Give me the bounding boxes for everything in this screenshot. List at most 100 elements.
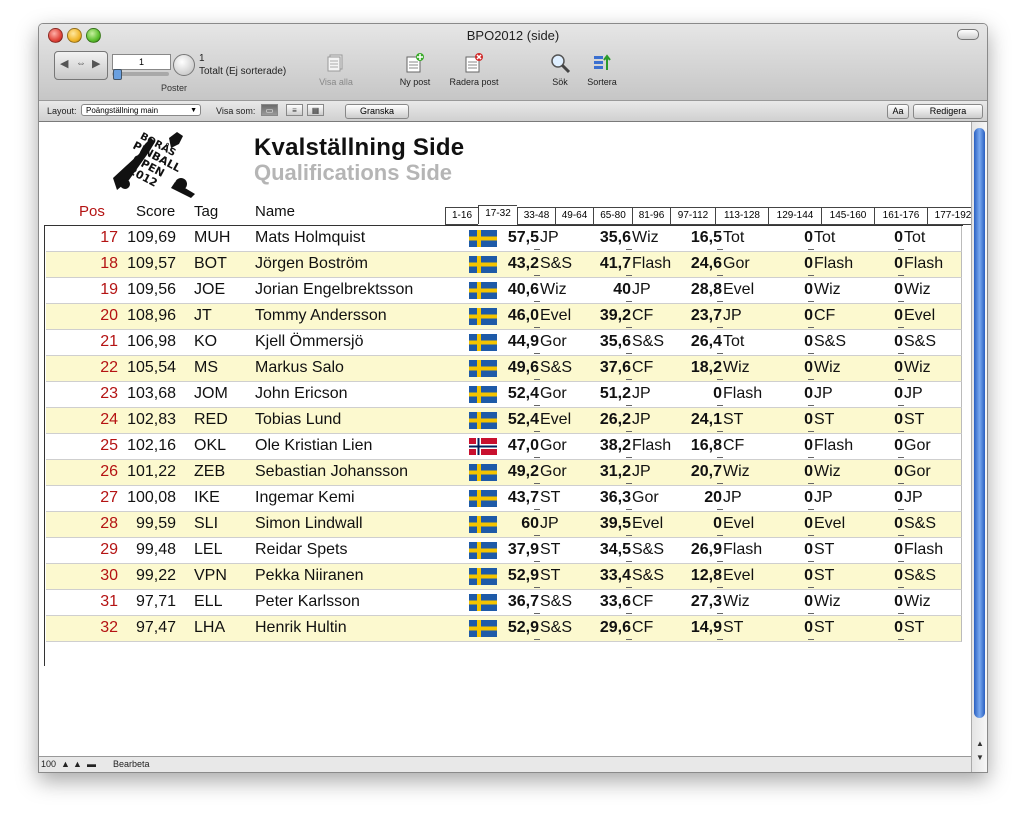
tab-range[interactable]: 177-192 — [927, 207, 971, 225]
column-header-name: Name — [255, 203, 296, 220]
tab-range[interactable]: 161-176 — [874, 207, 927, 225]
row-score: 99,59 — [135, 515, 176, 532]
scroll-down-icon[interactable]: ▼ — [972, 752, 987, 764]
row-tag: JT — [194, 307, 212, 324]
table-row[interactable]: 23 103,68 JOM John Ericson 52,4 Gor 51,2 JP 0 Fla… — [46, 382, 962, 408]
row-game-score: 33,4 — [599, 567, 631, 584]
row-tag: LHA — [194, 619, 226, 636]
view-list-button[interactable]: ≡ — [286, 104, 303, 116]
record-slider-knob[interactable] — [113, 69, 122, 80]
tab-range[interactable]: 65-80 — [593, 207, 632, 225]
row-pos: 27 — [100, 489, 118, 506]
toolbar-toggle-button[interactable] — [957, 29, 979, 40]
row-game-score: 0 — [713, 515, 722, 532]
row-game-score: 28,8 — [690, 281, 722, 298]
view-table-button[interactable]: ▦ — [307, 104, 324, 116]
search-button[interactable]: Sök — [547, 52, 573, 87]
show-all-icon — [325, 52, 347, 74]
row-game-name: ST — [723, 619, 744, 636]
table-row[interactable]: 21 106,98 KO Kjell Ömmersjö 44,9 Gor 35,6 S&S 26… — [46, 330, 962, 356]
delete-record-button[interactable]: Radera post — [444, 52, 504, 87]
score-underline — [898, 535, 904, 536]
row-game-name: S&S — [540, 593, 573, 610]
row-game-name: ST — [540, 541, 561, 558]
table-row[interactable]: 29 99,48 LEL Reidar Spets 37,9 ST 34,5 S&S 26,9 F… — [46, 538, 962, 564]
row-tag: IKE — [194, 489, 220, 506]
scroll-up-icon[interactable]: ▲ — [972, 738, 987, 750]
table-row[interactable]: 25 102,16 OKL Ole Kristian Lien 47,0 Gor 38,2 F… — [46, 434, 962, 460]
prev-record-icon[interactable]: ◀ — [60, 57, 68, 70]
row-game-name: Gor — [540, 463, 567, 480]
table-row[interactable]: 24 102,83 RED Tobias Lund 52,4 Evel 26,2 JP 24,1… — [46, 408, 962, 434]
tab-range[interactable]: 33-48 — [517, 207, 555, 225]
row-game-score: 38,2 — [599, 437, 631, 454]
row-game-score: 36,3 — [599, 489, 631, 506]
tab-range[interactable]: 97-112 — [670, 207, 715, 225]
table-row[interactable]: 17 109,69 MUH Mats Holmquist 57,5 JP 35,6 Wiz 16… — [46, 226, 962, 252]
zoom-level[interactable]: 100 — [41, 759, 56, 769]
table-row[interactable]: 19 109,56 JOE Jorian Engelbrektsson 40,6 Wiz 4… — [46, 278, 962, 304]
score-underline — [534, 613, 540, 614]
zoom-in-icon[interactable]: ▲ — [73, 759, 82, 769]
table-row[interactable]: 18 109,57 BOT Jörgen Boström 43,2 S&S 41,7 Flas… — [46, 252, 962, 278]
row-game-name: Evel — [904, 307, 936, 324]
zoom-out-icon[interactable]: ▲ — [61, 759, 70, 769]
tab-range[interactable]: 145-160 — [821, 207, 874, 225]
row-game-name: Wiz — [814, 359, 841, 376]
row-game-name: Flash — [904, 541, 944, 558]
view-as-label: Visa som: — [216, 106, 256, 116]
new-record-button[interactable]: Ny post — [395, 52, 435, 87]
preview-button[interactable]: Granska — [345, 104, 409, 119]
score-underline — [898, 587, 904, 588]
scrollbar-thumb[interactable] — [974, 128, 985, 718]
row-game-score: 0 — [804, 515, 813, 532]
tab-range[interactable]: 1-16 — [445, 207, 478, 225]
row-name: Peter Karlsson — [255, 593, 360, 610]
tab-range[interactable]: 129-144 — [768, 207, 821, 225]
table-row[interactable]: 20 108,96 JT Tommy Andersson 46,0 Evel 39,2 CF 2… — [46, 304, 962, 330]
row-game-name: S&S — [540, 619, 573, 636]
tab-range[interactable]: 113-128 — [715, 207, 768, 225]
score-underline — [898, 275, 904, 276]
record-book[interactable]: ◀ ⇔ ▶ — [54, 51, 108, 80]
table-row[interactable]: 31 97,71 ELL Peter Karlsson 36,7 S&S 33,6 CF 27,… — [46, 590, 962, 616]
record-number-input[interactable]: 1 — [112, 54, 171, 70]
edit-layout-button[interactable]: Redigera — [913, 104, 983, 119]
sweden-flag-icon — [469, 594, 497, 611]
sweden-flag-icon — [469, 334, 497, 351]
row-game-name: ST — [814, 541, 835, 558]
view-form-button[interactable]: ▭ — [261, 104, 278, 116]
score-underline — [626, 275, 632, 276]
table-row[interactable]: 22 105,54 MS Markus Salo 49,6 S&S 37,6 CF 18,2 Wi… — [46, 356, 962, 382]
table-row[interactable]: 30 99,22 VPN Pekka Niiranen 52,9 ST 33,4 S&S 12,… — [46, 564, 962, 590]
score-underline — [534, 483, 540, 484]
tab-range[interactable]: 81-96 — [632, 207, 670, 225]
row-game-score: 57,5 — [507, 229, 539, 246]
sort-button[interactable]: Sortera — [584, 52, 620, 87]
row-score: 101,22 — [127, 463, 176, 480]
sweden-flag-icon — [469, 360, 497, 377]
table-row[interactable]: 32 97,47 LHA Henrik Hultin 52,9 S&S 29,6 CF 14,9… — [46, 616, 962, 642]
row-game-name: CF — [632, 619, 654, 636]
table-row[interactable]: 26 101,22 ZEB Sebastian Johansson 49,2 Gor 31,… — [46, 460, 962, 486]
table-row[interactable]: 28 99,59 SLI Simon Lindwall 60 JP 39,5 Evel 0 Eve… — [46, 512, 962, 538]
row-game-score: 0 — [894, 333, 903, 350]
score-underline — [626, 431, 632, 432]
next-record-icon[interactable]: ▶ — [92, 57, 100, 70]
tab-range[interactable]: 17-32 — [478, 205, 517, 224]
row-game-score: 0 — [804, 411, 813, 428]
layout-select[interactable]: Poängställning main ▼ — [81, 104, 201, 116]
table-row[interactable]: 27 100,08 IKE Ingemar Kemi 43,7 ST 36,3 Gor 20 JP… — [46, 486, 962, 512]
row-game-name: Gor — [723, 255, 750, 272]
text-format-button[interactable]: Aa — [887, 104, 909, 119]
vertical-scrollbar[interactable]: ▲ ▼ — [971, 122, 987, 772]
show-all-button[interactable]: Visa alla — [319, 52, 353, 87]
tab-range[interactable]: 49-64 — [555, 207, 593, 225]
row-game-name: JP — [723, 489, 742, 506]
row-pos: 17 — [100, 229, 118, 246]
score-underline — [898, 249, 904, 250]
sweden-flag-icon — [469, 386, 497, 403]
row-game-score: 52,4 — [507, 385, 539, 402]
sweden-flag-icon — [469, 282, 497, 299]
status-toggle-icon[interactable]: ▬ — [87, 759, 96, 769]
